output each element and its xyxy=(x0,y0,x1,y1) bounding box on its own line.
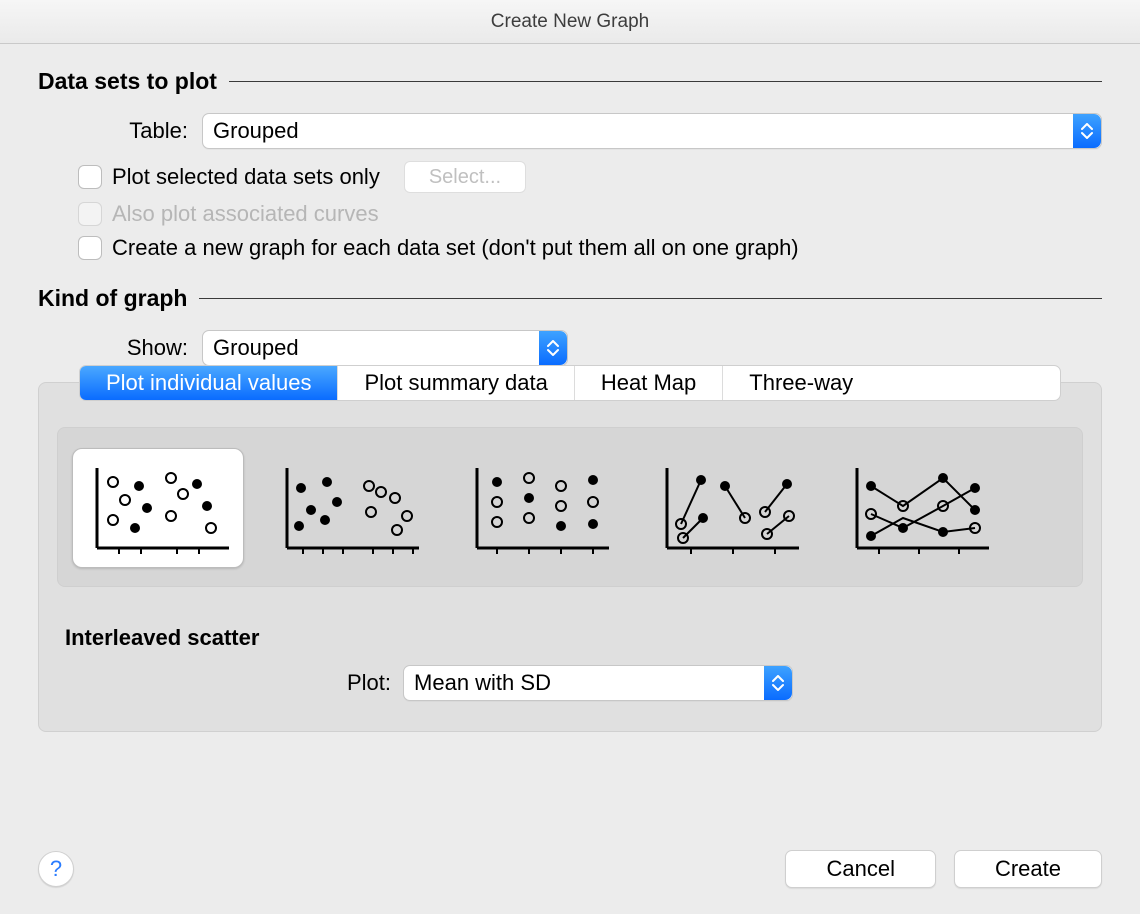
help-button[interactable]: ? xyxy=(38,851,74,887)
graph-thumb-1[interactable] xyxy=(72,448,244,568)
kind-tabs: Plot individual values Plot summary data… xyxy=(79,365,1061,401)
tab-plot-individual-values[interactable]: Plot individual values xyxy=(80,366,338,400)
checkbox-plot-selected-label: Plot selected data sets only xyxy=(112,164,380,190)
plot-row: Plot: Mean with SD xyxy=(39,665,1101,701)
connected-segments-icon xyxy=(653,458,803,558)
table-label: Table: xyxy=(78,118,202,144)
option-plot-selected: Plot selected data sets only Select... xyxy=(78,161,1102,193)
section-rule xyxy=(199,298,1102,299)
graph-thumb-5[interactable] xyxy=(832,448,1004,568)
graph-thumb-3[interactable] xyxy=(452,448,624,568)
tab-three-way[interactable]: Three-way xyxy=(723,366,879,400)
scatter-separated-icon xyxy=(273,458,423,558)
plot-label: Plot: xyxy=(347,670,391,696)
plot-select-value: Mean with SD xyxy=(414,670,551,696)
tab-heat-map[interactable]: Heat Map xyxy=(575,366,723,400)
select-button[interactable]: Select... xyxy=(404,161,526,193)
section-heading-kind: Kind of graph xyxy=(38,285,1102,312)
dialog-footer: ? Cancel Create xyxy=(0,824,1140,914)
table-row: Table: Grouped xyxy=(78,113,1102,149)
connected-lines-icon xyxy=(843,458,993,558)
updown-icon[interactable] xyxy=(539,331,567,365)
checkbox-assoc-curves-label: Also plot associated curves xyxy=(112,201,379,227)
graph-thumb-2[interactable] xyxy=(262,448,434,568)
graph-thumb-4[interactable] xyxy=(642,448,814,568)
checkbox-new-graph-each-label: Create a new graph for each data set (do… xyxy=(112,235,799,261)
tab-plot-summary-data[interactable]: Plot summary data xyxy=(338,366,574,400)
show-select[interactable]: Grouped xyxy=(202,330,568,366)
show-select-value: Grouped xyxy=(213,335,299,361)
help-icon: ? xyxy=(50,856,62,882)
graph-thumbnails-row xyxy=(57,427,1083,587)
kind-panel: Plot individual values Plot summary data… xyxy=(38,382,1102,732)
plot-select[interactable]: Mean with SD xyxy=(403,665,793,701)
window-title: Create New Graph xyxy=(491,11,649,33)
kind-subheading: Interleaved scatter xyxy=(65,625,1101,651)
create-button[interactable]: Create xyxy=(954,850,1102,888)
option-new-graph-each: Create a new graph for each data set (do… xyxy=(78,235,1102,261)
table-select[interactable]: Grouped xyxy=(202,113,1102,149)
show-label: Show: xyxy=(78,335,202,361)
window-titlebar: Create New Graph xyxy=(0,0,1140,44)
checkbox-new-graph-each[interactable] xyxy=(78,236,102,260)
section-title-datasets: Data sets to plot xyxy=(38,68,217,95)
updown-icon[interactable] xyxy=(764,666,792,700)
updown-icon[interactable] xyxy=(1073,114,1101,148)
scatter-interleaved-icon xyxy=(83,458,233,558)
cancel-button[interactable]: Cancel xyxy=(785,850,935,888)
checkbox-assoc-curves xyxy=(78,202,102,226)
show-row: Show: Grouped xyxy=(78,330,1102,366)
scatter-stacked-icon xyxy=(463,458,613,558)
section-title-kind: Kind of graph xyxy=(38,285,187,312)
table-select-value: Grouped xyxy=(213,118,299,144)
checkbox-plot-selected[interactable] xyxy=(78,165,102,189)
dialog-content: Data sets to plot Table: Grouped Plot se… xyxy=(0,44,1140,760)
section-heading-datasets: Data sets to plot xyxy=(38,68,1102,95)
option-assoc-curves: Also plot associated curves xyxy=(78,201,1102,227)
section-rule xyxy=(229,81,1102,82)
